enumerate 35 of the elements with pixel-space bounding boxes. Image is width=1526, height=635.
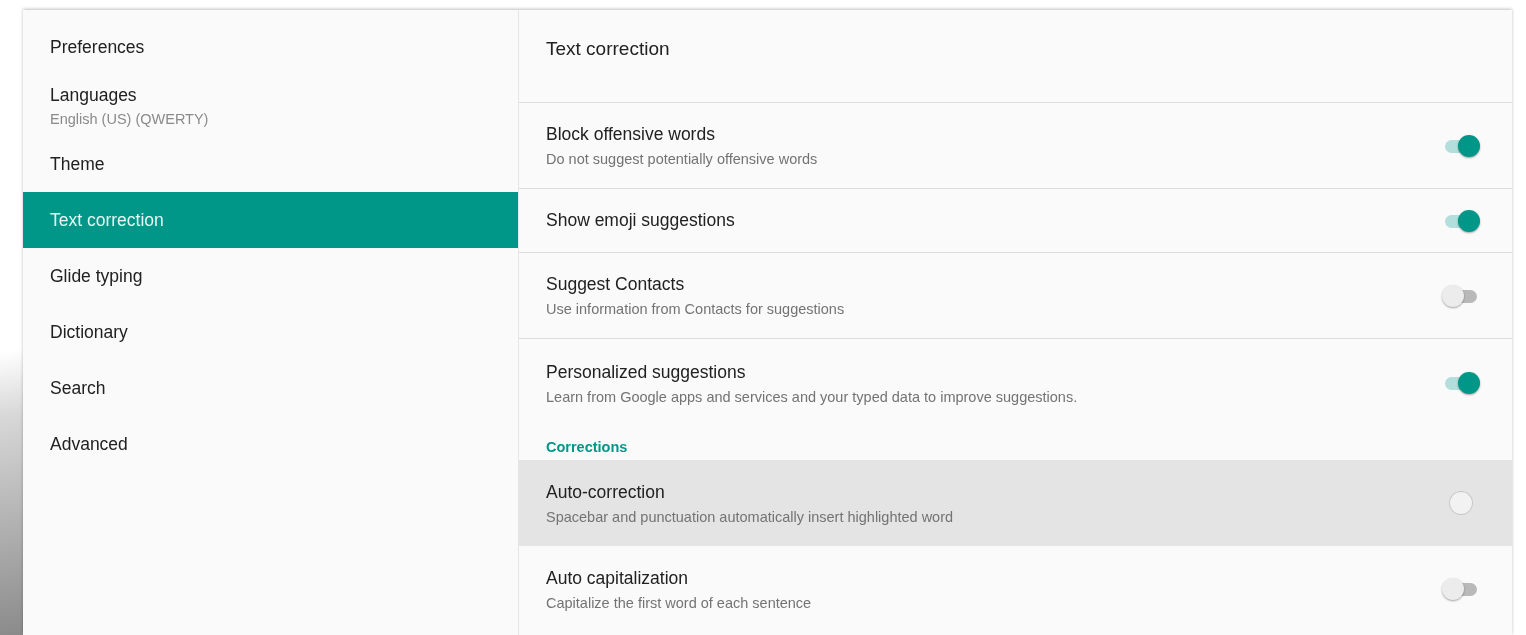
sidebar-item[interactable]: Dictionary	[23, 304, 518, 360]
setting-summary: Do not suggest potentially offensive words	[546, 151, 819, 167]
setting-row[interactable]: Auto capitalization Capitalize the first word of each sentence	[519, 546, 1512, 632]
setting-title: Suggest Contacts	[546, 274, 686, 295]
item-label: Glide typing	[50, 265, 144, 287]
item-label: Advanced	[50, 433, 129, 455]
item-label: Text correction	[50, 209, 165, 231]
sidebar-item[interactable]: Advanced	[23, 416, 518, 472]
setting-row[interactable]: Personalized suggestions Learn from Google apps and services and your typed data to improve suggestions.	[519, 339, 1512, 427]
setting-summary: Use information from Contacts for suggestions	[546, 301, 846, 317]
page-title: Text correction	[519, 10, 1512, 103]
item-label: Search	[50, 377, 107, 399]
setting-row[interactable]: Suggest Contacts Use information from Contacts for suggestions	[519, 253, 1512, 339]
sidebar-item[interactable]: Languages English (US) (QWERTY)	[23, 75, 518, 136]
item-label: Theme	[50, 153, 106, 175]
setting-title: Show emoji suggestions	[546, 210, 736, 231]
sidebar-item[interactable]: Theme	[23, 136, 518, 192]
sidebar-item[interactable]: Glide typing	[23, 248, 518, 304]
item-subtitle: English (US) (QWERTY)	[50, 110, 210, 127]
setting-row[interactable]: Auto-correction Spacebar and punctuation automatically insert highlighted word	[519, 460, 1512, 546]
section-header: Corrections	[545, 438, 629, 457]
setting-title: Auto capitalization	[546, 567, 690, 589]
item-label: Dictionary	[50, 321, 129, 343]
item-label: Languages	[50, 84, 138, 106]
setting-summary: Capitalize the first word of each sentence	[546, 594, 813, 611]
setting-title: Personalized suggestions	[546, 361, 747, 383]
setting-summary: Spacebar and punctuation automatically insert highlighted word	[546, 508, 955, 525]
item-label: Preferences	[50, 36, 146, 58]
setting-title: Auto-correction	[546, 481, 666, 503]
setting-row[interactable]: Show emoji suggestions	[519, 189, 1512, 253]
setting-summary: Learn from Google apps and services and your typed data to improve suggestions.	[546, 388, 1079, 405]
setting-title: Block offensive words	[546, 124, 716, 145]
setting-row[interactable]: Block offensive words Do not suggest potentially offensive words	[519, 103, 1512, 189]
sidebar-item[interactable]: Preferences	[23, 19, 518, 75]
sidebar-item[interactable]: Search	[23, 360, 518, 416]
